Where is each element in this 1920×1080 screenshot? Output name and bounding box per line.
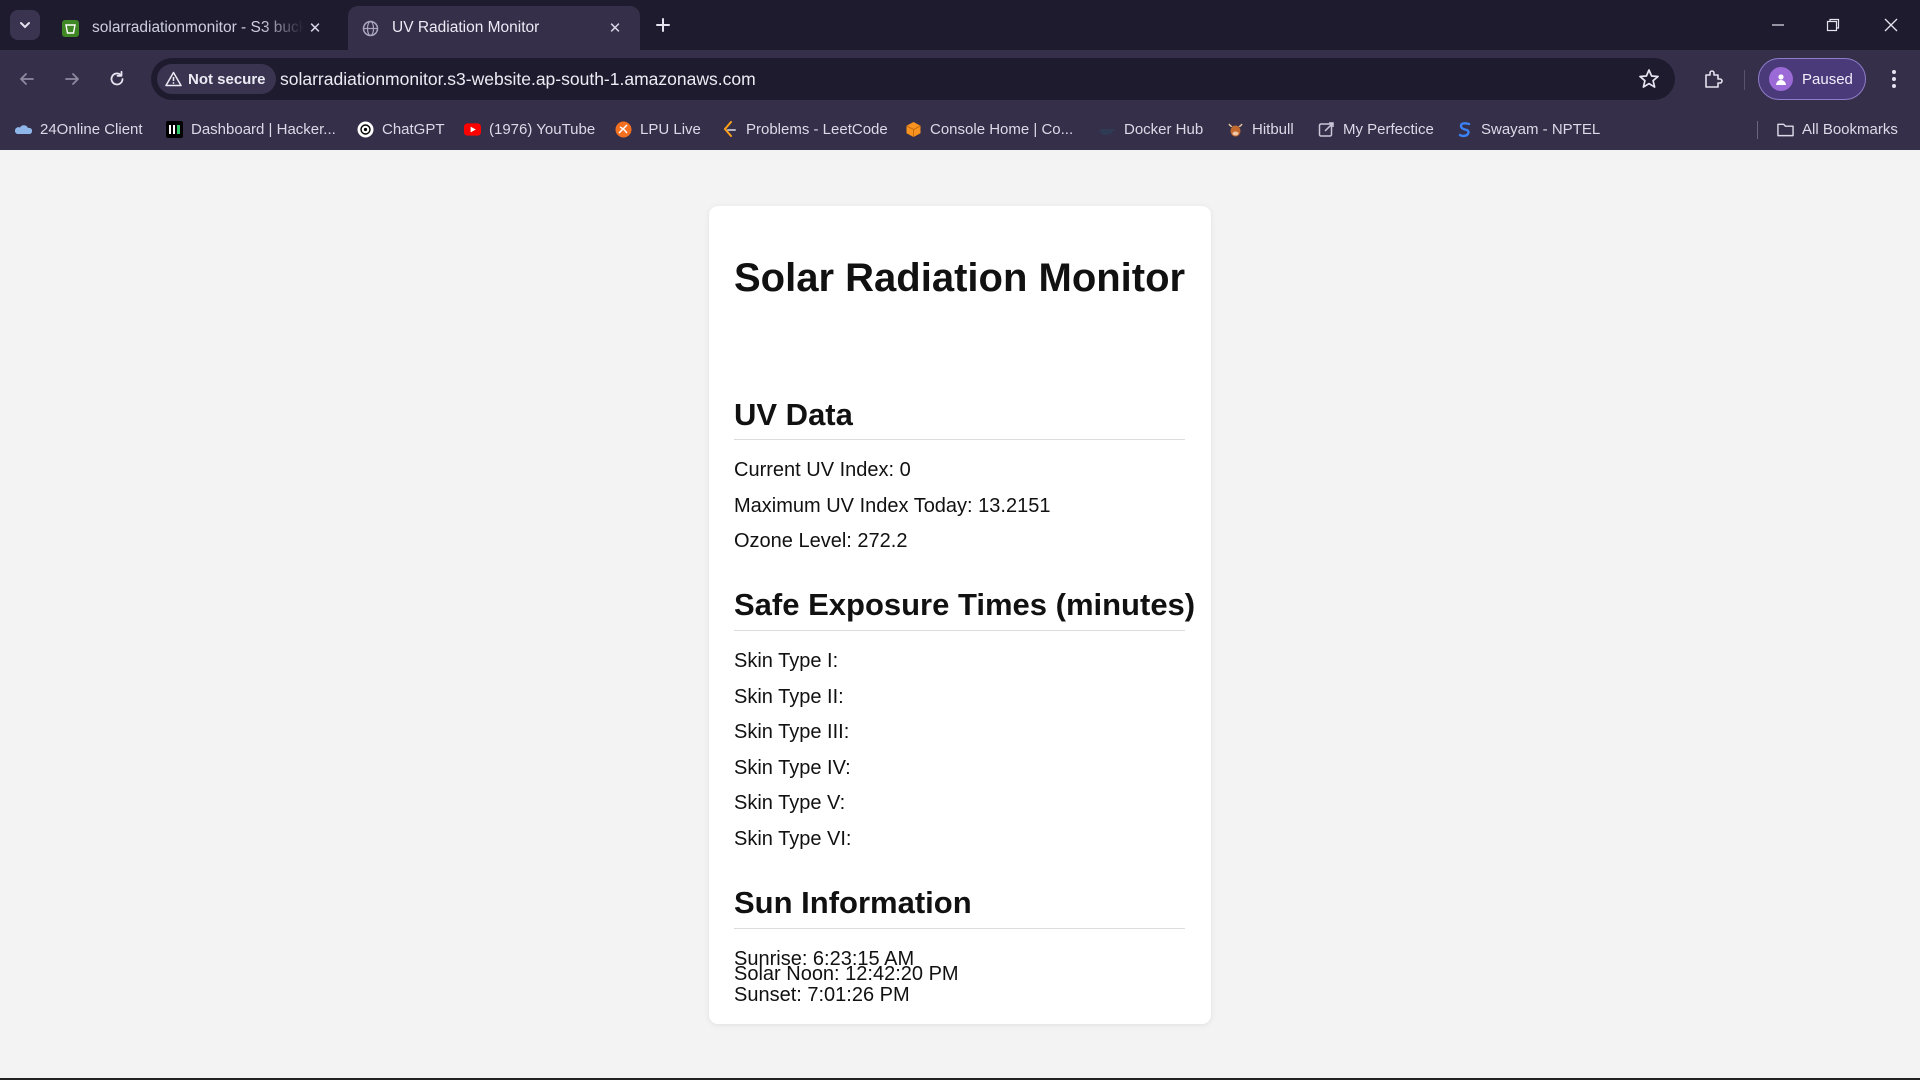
profile-status: Paused xyxy=(1802,70,1853,88)
minimize-button[interactable] xyxy=(1756,8,1800,42)
toolbar-divider xyxy=(1744,70,1745,90)
bookmark-youtube[interactable]: (1976) YouTube xyxy=(464,116,595,142)
bookmark-label: Console Home | Co... xyxy=(930,120,1074,138)
forward-button[interactable] xyxy=(56,63,88,95)
sunset-time: Sunset: 7:01:26 PM xyxy=(734,984,910,1006)
bookmark-label: ChatGPT xyxy=(382,120,445,138)
monitor-card: Solar Radiation Monitor UV Data Current … xyxy=(709,206,1211,1024)
section-divider xyxy=(734,928,1185,929)
back-arrow-icon xyxy=(20,73,34,85)
user-icon xyxy=(1776,74,1786,85)
bookmark-my-perfectice[interactable]: My Perfectice xyxy=(1318,116,1434,142)
bookmarks-bar: 24Online Client Dashboard | Hacker... Ch… xyxy=(0,108,1920,150)
bookmark-aws-console[interactable]: Console Home | Co... xyxy=(905,116,1073,142)
bookmark-label: All Bookmarks xyxy=(1802,120,1898,138)
bookmark-lpu-live[interactable]: LPU Live xyxy=(615,116,701,142)
skin-type-1: Skin Type I: xyxy=(734,650,839,672)
s3-bucket-icon xyxy=(62,19,79,37)
url-text[interactable]: solarradiationmonitor.s3-website.ap-sout… xyxy=(280,69,756,90)
aws-cube-icon xyxy=(905,121,922,138)
minimize-icon xyxy=(1772,24,1784,26)
skin-type-6: Skin Type VI: xyxy=(734,828,852,850)
bookmark-chatgpt[interactable]: ChatGPT xyxy=(357,116,445,142)
hitbull-icon xyxy=(1227,121,1244,138)
youtube-icon xyxy=(464,121,481,138)
bookmark-leetcode[interactable]: Problems - LeetCode xyxy=(721,116,888,142)
restore-button[interactable] xyxy=(1811,8,1855,42)
puzzle-icon xyxy=(1705,70,1723,88)
folder-icon xyxy=(1777,121,1794,138)
plus-icon xyxy=(656,18,670,32)
sun-info-heading: Sun Information xyxy=(734,885,972,920)
exposure-heading: Safe Exposure Times (minutes) xyxy=(734,587,1196,622)
cloud-icon xyxy=(15,121,32,138)
page-title: Solar Radiation Monitor xyxy=(734,256,1186,300)
security-label: Not secure xyxy=(188,70,266,88)
close-tab-icon[interactable]: ✕ xyxy=(604,17,626,39)
bookmark-swayam-nptel[interactable]: Swayam - NPTEL xyxy=(1456,116,1600,142)
bookmark-label: Docker Hub xyxy=(1124,120,1204,138)
tab-strip: solarradiationmonitor - S3 bucket ✕ UV R… xyxy=(0,0,1920,50)
bookmark-24online-client[interactable]: 24Online Client xyxy=(15,116,143,142)
bookmark-label: Swayam - NPTEL xyxy=(1481,120,1601,138)
swayam-icon xyxy=(1456,121,1473,138)
tab-s3-bucket[interactable]: solarradiationmonitor - S3 bucket ✕ xyxy=(48,6,340,50)
close-window-button[interactable] xyxy=(1869,8,1913,42)
more-vertical-icon xyxy=(1892,70,1896,88)
bookmark-docker-hub[interactable]: Docker Hub xyxy=(1099,116,1203,142)
docker-icon xyxy=(1099,121,1116,138)
new-tab-button[interactable] xyxy=(650,12,676,38)
tab-search-button[interactable] xyxy=(10,10,40,40)
current-uv-index: Current UV Index: 0 xyxy=(734,459,911,481)
lpu-icon xyxy=(615,121,632,138)
page-viewport: Solar Radiation Monitor UV Data Current … xyxy=(0,150,1920,1078)
browser-toolbar: Not secure solarradiationmonitor.s3-webs… xyxy=(0,50,1920,108)
site-info-button[interactable]: Not secure xyxy=(157,64,276,94)
avatar xyxy=(1769,67,1793,91)
section-divider xyxy=(734,630,1185,631)
extensions-button[interactable] xyxy=(1697,63,1729,95)
reload-button[interactable] xyxy=(101,63,133,95)
bookmark-label: 24Online Client xyxy=(40,120,143,138)
skin-type-2: Skin Type II: xyxy=(734,686,844,708)
close-tab-icon[interactable]: ✕ xyxy=(304,17,326,39)
globe-icon xyxy=(362,20,379,36)
skin-type-3: Skin Type III: xyxy=(734,721,850,743)
skin-type-5: Skin Type V: xyxy=(734,792,846,814)
forward-arrow-icon xyxy=(65,73,79,85)
profile-button[interactable]: Paused xyxy=(1758,58,1866,100)
bookmark-hackerrank[interactable]: Dashboard | Hacker... xyxy=(166,116,336,142)
bookmark-label: Dashboard | Hacker... xyxy=(191,120,336,138)
address-bar[interactable]: Not secure solarradiationmonitor.s3-webs… xyxy=(151,58,1675,100)
chevron-down-icon xyxy=(20,22,30,29)
bookmark-hitbull[interactable]: Hitbull xyxy=(1227,116,1294,142)
bookmark-label: LPU Live xyxy=(640,120,701,138)
skin-type-4: Skin Type IV: xyxy=(734,757,851,779)
browser-menu-button[interactable] xyxy=(1878,63,1910,95)
bookmark-label: (1976) YouTube xyxy=(489,120,596,138)
section-divider xyxy=(734,439,1185,440)
warning-icon xyxy=(165,71,182,87)
bookmark-label: Problems - LeetCode xyxy=(746,120,888,138)
tab-uv-radiation-monitor[interactable]: UV Radiation Monitor ✕ xyxy=(348,6,640,50)
all-bookmarks-button[interactable]: All Bookmarks xyxy=(1777,116,1898,142)
back-button[interactable] xyxy=(11,63,43,95)
hackerrank-icon xyxy=(166,120,183,138)
solar-noon-time: Solar Noon: 12:42:20 PM xyxy=(734,963,959,985)
max-uv-index: Maximum UV Index Today: 13.2151 xyxy=(734,495,1051,517)
tab-title: solarradiationmonitor - S3 bucket xyxy=(92,19,304,36)
bookmark-star-icon[interactable] xyxy=(1637,67,1661,91)
bookmark-label: Hitbull xyxy=(1252,120,1294,138)
uv-data-heading: UV Data xyxy=(734,397,853,432)
ozone-level: Ozone Level: 272.2 xyxy=(734,530,908,552)
tab-title: UV Radiation Monitor xyxy=(392,19,540,36)
reload-icon xyxy=(110,70,124,86)
restore-icon xyxy=(1826,18,1840,32)
close-icon xyxy=(1884,18,1898,32)
chatgpt-icon xyxy=(357,121,374,138)
perfectice-icon xyxy=(1318,121,1335,138)
bookmarks-divider xyxy=(1757,121,1758,139)
leetcode-icon xyxy=(721,120,738,138)
bookmark-label: My Perfectice xyxy=(1343,120,1434,138)
